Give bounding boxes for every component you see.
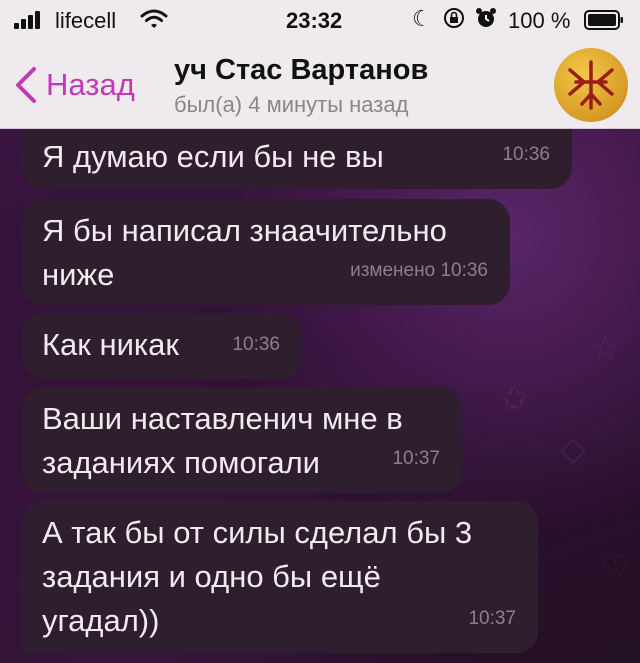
message-text: Я думаю если бы не вы	[42, 139, 384, 174]
back-label: Назад	[46, 67, 135, 102]
moon-icon: ☾	[412, 6, 432, 31]
diamond-doodle-icon: ◇	[560, 430, 587, 468]
star-doodle-icon: ☆	[590, 330, 621, 368]
message-time: 10:37	[468, 608, 516, 629]
message-text: Ваши наставленич мне в	[42, 401, 403, 436]
message-bubble[interactable]: Как никак 10:36	[22, 313, 302, 379]
heart-doodle-icon: ♡	[600, 550, 631, 588]
message-time: 10:37	[392, 448, 440, 469]
avatar[interactable]	[554, 48, 628, 122]
message-text: угадал))	[42, 603, 160, 638]
rotation-lock-icon	[444, 8, 464, 28]
message-text: А так бы от силы сделал бы 3	[42, 515, 473, 550]
message-bubble[interactable]: Я думаю если бы не вы 10:36	[22, 129, 572, 189]
battery-icon	[584, 10, 623, 30]
signal-icon	[14, 11, 46, 29]
chat-title[interactable]: уч Стас Вартанов	[174, 54, 428, 87]
message-time: 10:36	[232, 334, 280, 355]
message-text: задания и одно бы ещё	[42, 559, 381, 594]
status-time: 23:32	[286, 8, 343, 33]
carrier-name: lifecell	[55, 8, 117, 33]
message-time: 10:36	[502, 144, 550, 165]
message-bubble[interactable]: Я бы написал знаачительно ниже изменено …	[22, 199, 510, 305]
alarm-icon	[476, 8, 496, 27]
chat-header: Назад уч Стас Вартанов был(а) 4 минуты н…	[0, 40, 640, 129]
star-doodle-icon: ✩	[500, 380, 529, 418]
chevron-left-icon	[16, 67, 36, 103]
last-seen-status: был(а) 4 минуты назад	[174, 92, 409, 117]
message-bubble[interactable]: А так бы от силы сделал бы 3 задания и о…	[22, 501, 538, 653]
status-bar: lifecell 23:32 ☾ 100 %	[0, 0, 640, 40]
avatar-symbol-icon	[568, 60, 614, 110]
message-text: Я бы написал знаачительно	[42, 213, 447, 248]
message-edited-time: изменено 10:36	[350, 260, 488, 281]
message-text: заданиях помогали	[42, 445, 320, 480]
message-bubble[interactable]: Ваши наставленич мне в заданиях помогали…	[22, 387, 462, 493]
battery-percent: 100 %	[508, 8, 571, 33]
chat-area[interactable]: ♡ ☆ ◇ ✧ ♡ ✩ Я думаю если бы не вы 10:36 …	[0, 129, 640, 663]
back-button[interactable]: Назад	[14, 60, 135, 110]
wifi-icon	[140, 9, 168, 28]
